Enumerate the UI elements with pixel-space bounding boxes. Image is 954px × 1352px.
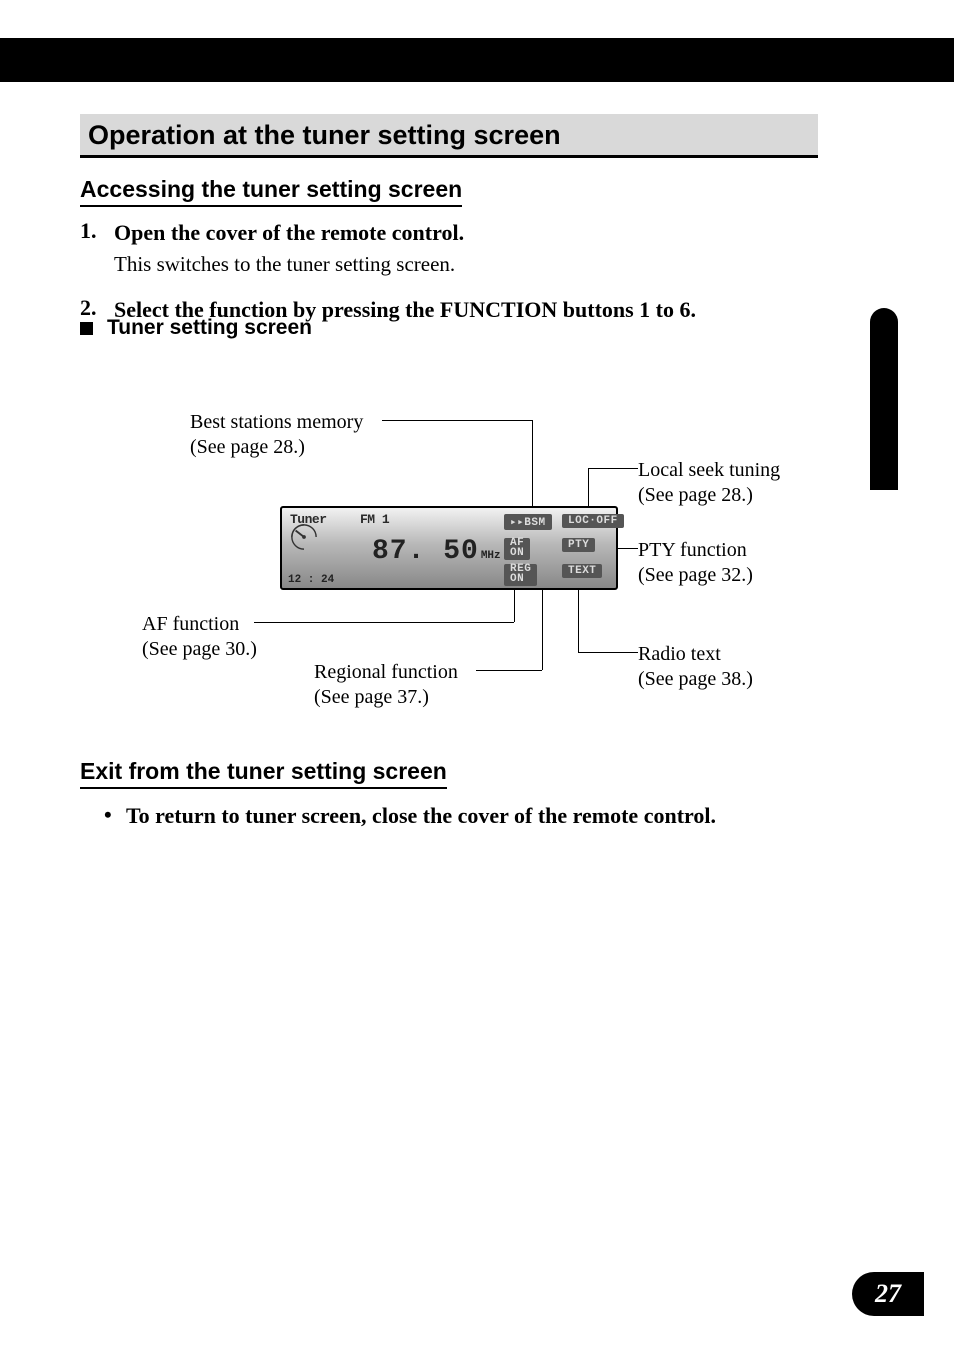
heading-exit-text: Exit from the tuner setting screen [80,758,447,784]
callout-local: Local seek tuning (See page 28.) [638,458,780,508]
callout-local-l1: Local seek tuning [638,459,780,481]
display-loc: LOC·OFF [562,514,624,528]
section-tab-label: Tuner Operation [872,332,894,469]
callout-reg-l1: Regional function [314,661,458,683]
section-title: Operation at the tuner setting screen [88,120,561,150]
display-frequency: 87. 50 [372,536,479,567]
list-number-1: 1. [80,218,114,277]
page-number-badge: 27 [852,1272,924,1316]
callout-regional: Regional function (See page 37.) [314,660,458,710]
list-item: 1. Open the cover of the remote control.… [80,218,818,277]
display-bsm: ▸▸BSM [504,514,552,530]
callout-reg-l2: (See page 37.) [314,686,429,708]
callout-radiotext-l2: (See page 38.) [638,668,753,690]
display-text: TEXT [562,564,602,578]
display-af: AF ON [504,538,530,560]
page: Operation at the tuner setting screen Ac… [0,0,954,1352]
callout-af-l2: (See page 30.) [142,638,257,660]
display-mhz: MHz [481,550,501,562]
bullet-dot-icon: • [104,802,126,831]
top-black-bar [0,38,954,82]
tuner-display: Tuner FM 1 ▸▸BSM LOC·OFF AF ON PTY REG O… [280,506,618,590]
heading-exit: Exit from the tuner setting screen [80,758,447,789]
callout-af: AF function (See page 30.) [142,612,257,662]
display-band: FM 1 [360,512,389,527]
square-bullet-row: Tuner setting screen [80,316,312,340]
page-number: 27 [875,1279,901,1309]
callout-radiotext-l1: Radio text [638,643,721,665]
leader-line [588,468,589,508]
list-item-1-title: Open the cover of the remote control. [114,218,464,248]
callout-pty-l1: PTY function [638,539,747,561]
list-item-1-body: This switches to the tuner setting scree… [114,252,464,277]
square-bullet-icon [80,322,93,335]
leader-line [578,652,638,653]
callout-bsm-l2: (See page 28.) [190,436,305,458]
heading-accessing-text: Accessing the tuner setting screen [80,176,462,202]
leader-line [382,420,532,421]
leader-line [254,622,514,623]
leader-line [514,588,515,622]
exit-bullet-text: To return to tuner screen, close the cov… [126,802,716,831]
leader-line [616,548,638,549]
display-pty: PTY [562,538,595,552]
callout-radiotext: Radio text (See page 38.) [638,642,753,692]
square-bullet-label: Tuner setting screen [107,316,312,340]
section-header: Operation at the tuner setting screen [80,114,818,158]
callout-af-l1: AF function [142,613,239,635]
callout-pty-l2: (See page 32.) [638,564,753,586]
callout-pty: PTY function (See page 32.) [638,538,753,588]
leader-line [542,588,543,670]
leader-line [532,420,533,506]
exit-bullet-row: • To return to tuner screen, close the c… [104,802,804,831]
tuner-diagram: Best stations memory (See page 28.) Loca… [80,370,818,740]
display-clock: 12 : 24 [288,574,334,586]
display-reg: REG ON [504,564,537,586]
gauge-icon [290,523,318,551]
callout-bsm: Best stations memory (See page 28.) [190,410,363,460]
callout-local-l2: (See page 28.) [638,484,753,506]
heading-accessing: Accessing the tuner setting screen [80,176,462,207]
callout-bsm-l1: Best stations memory [190,411,363,433]
leader-line [476,670,542,671]
leader-line [588,468,638,469]
leader-line [578,588,579,652]
